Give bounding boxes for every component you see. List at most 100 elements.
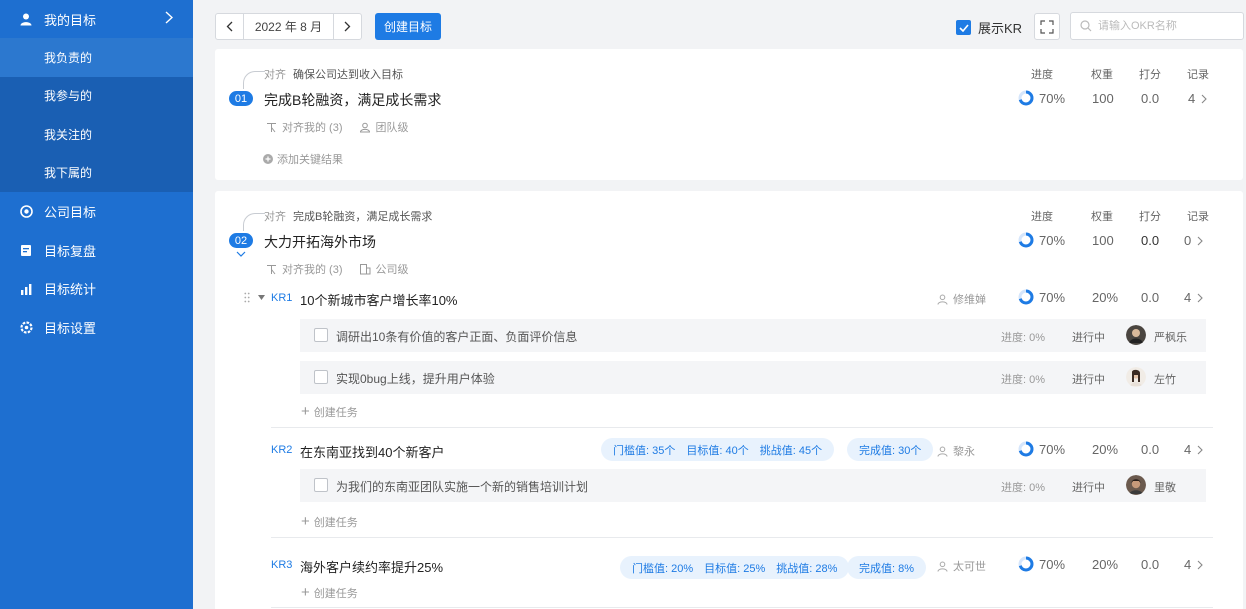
sidebar-item-review[interactable]: 目标复盘 — [0, 231, 193, 270]
kr-owner[interactable]: 黎永 — [937, 443, 975, 459]
col-score-header: 打分 — [1139, 211, 1161, 223]
kr-owner-name: 修维婵 — [953, 294, 986, 306]
sidebar-item-label: 我参与的 — [44, 89, 93, 104]
create-task-button[interactable]: + 创建任务 — [301, 404, 358, 420]
current-month[interactable]: 2022 年 8 月 — [243, 14, 334, 39]
kr-title[interactable]: 在东南亚找到40个新客户 — [300, 442, 444, 461]
create-task-button[interactable]: + 创建任务 — [301, 514, 358, 530]
align-icon — [267, 264, 276, 274]
aligned-to-me-label: 对齐我的 (3) — [282, 264, 343, 276]
challenge-value: 挑战值: 28% — [776, 562, 838, 575]
add-key-result-label: 添加关键结果 — [277, 154, 343, 166]
search-input[interactable] — [1098, 20, 1238, 32]
sidebar-item-label: 目标设置 — [44, 320, 97, 336]
checkbox-checked-icon[interactable] — [956, 20, 971, 35]
sidebar-item-subordinates[interactable]: 我下属的 — [0, 154, 193, 193]
task-row[interactable]: 实现0bug上线，提升用户体验 进度: 0% 进行中 左竹 — [300, 361, 1206, 394]
objective-level: 公司级 — [359, 261, 409, 277]
task-row[interactable]: 调研出10条有价值的客户正面、负面评价信息 进度: 0% 进行中 严枫乐 — [300, 319, 1206, 352]
user-outline-icon — [937, 294, 948, 305]
fullscreen-icon — [1040, 19, 1054, 34]
sidebar-item-stats[interactable]: 目标统计 — [0, 269, 193, 308]
task-progress: 进度: 0% — [1001, 374, 1046, 386]
kr-owner[interactable]: 修维婵 — [937, 291, 986, 307]
sidebar-item-company-goals[interactable]: 公司目标 — [0, 192, 193, 231]
chevron-right-icon — [1197, 293, 1204, 302]
kr-progress: 70% — [1018, 441, 1065, 457]
aligned-to-me[interactable]: 对齐我的 (3) — [266, 261, 343, 277]
sidebar-item-participating[interactable]: 我参与的 — [0, 77, 193, 116]
plus-icon: + — [301, 584, 310, 601]
toolbar: 2022 年 8 月 创建目标 展示KR — [193, 0, 1246, 48]
prev-month-button[interactable] — [216, 14, 243, 39]
kr-owner[interactable]: 太可世 — [937, 558, 986, 574]
sidebar-item-label: 我负责的 — [44, 50, 93, 65]
progress-ring-icon — [1018, 90, 1034, 106]
search-box — [1070, 12, 1244, 40]
progress-ring-icon — [1018, 232, 1034, 248]
task-checkbox[interactable] — [314, 478, 328, 492]
kr-progress: 70% — [1018, 556, 1065, 572]
task-checkbox[interactable] — [314, 328, 328, 342]
col-progress-header: 进度 — [1031, 69, 1053, 81]
sidebar-item-settings[interactable]: 目标设置 — [0, 308, 193, 347]
kr-title[interactable]: 10个新城市客户增长率10% — [300, 290, 457, 309]
objective-records[interactable]: 0 — [1184, 233, 1204, 248]
objective-level: 团队级 — [359, 119, 409, 135]
drag-handle-icon[interactable] — [244, 292, 250, 303]
sidebar-item-label: 目标复盘 — [44, 243, 97, 259]
task-title: 调研出10条有价值的客户正面、负面评价信息 — [336, 330, 578, 344]
sidebar-item-label: 我关注的 — [44, 127, 93, 142]
aligned-to-me-label: 对齐我的 (3) — [282, 122, 343, 134]
fullscreen-button[interactable] — [1034, 13, 1060, 40]
aligned-to-me[interactable]: 对齐我的 (3) — [266, 119, 343, 135]
caret-down-icon[interactable] — [258, 295, 265, 300]
show-kr-toggle[interactable]: 展示KR — [956, 18, 1022, 37]
align-parent-link[interactable]: 确保公司达到收入目标 — [293, 69, 403, 81]
threshold-value: 门槛值: 35个 — [613, 444, 676, 457]
col-score-header: 打分 — [1139, 69, 1161, 81]
avatar — [1126, 325, 1146, 345]
create-task-button[interactable]: + 创建任务 — [301, 585, 358, 601]
progress-value: 70% — [1039, 289, 1066, 305]
settings-icon — [19, 320, 33, 334]
kr-records[interactable]: 4 — [1184, 557, 1204, 572]
create-goal-button[interactable]: 创建目标 — [375, 13, 441, 40]
objective-score: 0.0 — [1141, 91, 1160, 106]
objective-records[interactable]: 4 — [1188, 91, 1208, 106]
next-month-button[interactable] — [334, 14, 361, 39]
kr-records[interactable]: 4 — [1184, 290, 1204, 305]
align-label: 对齐 — [264, 211, 286, 223]
sidebar-item-responsible[interactable]: 我负责的 — [0, 38, 193, 77]
objective-level-label: 团队级 — [375, 122, 409, 134]
task-checkbox[interactable] — [314, 370, 328, 384]
progress-ring-icon — [1018, 441, 1034, 457]
sidebar-item-my-goals[interactable]: 我的目标 — [0, 0, 193, 38]
kr-records[interactable]: 4 — [1184, 442, 1204, 457]
chevron-down-icon[interactable] — [236, 251, 246, 258]
objective-title[interactable]: 完成B轮融资，满足成长需求 — [264, 90, 441, 110]
records-count: 4 — [1188, 91, 1196, 106]
done-value: 完成值: 8% — [859, 562, 915, 575]
align-parent-link[interactable]: 完成B轮融资，满足成长需求 — [293, 211, 432, 223]
kr-title[interactable]: 海外客户续约率提升25% — [300, 557, 443, 576]
progress-value: 70% — [1039, 441, 1066, 457]
col-records-header: 记录 — [1187, 211, 1209, 223]
add-key-result-button[interactable]: 添加关键结果 — [263, 151, 343, 167]
task-assignee: 严枫乐 — [1154, 332, 1187, 344]
objective-title[interactable]: 大力开拓海外市场 — [264, 232, 376, 252]
kr-divider — [271, 427, 1213, 428]
task-assignee: 左竹 — [1154, 374, 1176, 386]
chevron-right-icon — [344, 21, 351, 32]
chevron-right-icon[interactable] — [165, 11, 174, 27]
objective-progress: 70% — [1018, 90, 1065, 106]
col-weight-header: 权重 — [1091, 69, 1113, 81]
chevron-right-icon — [1197, 560, 1204, 569]
task-row[interactable]: 为我们的东南亚团队实施一个新的销售培训计划 进度: 0% 进行中 里敬 — [300, 469, 1206, 502]
sidebar: 我的目标 我负责的 我参与的 我关注的 我下属的 公司目标 目标复盘 目标统计 … — [0, 0, 193, 609]
avatar — [1126, 367, 1146, 387]
task-title: 为我们的东南亚团队实施一个新的销售培训计划 — [336, 480, 589, 494]
kr-progress: 70% — [1018, 289, 1065, 305]
chevron-right-icon — [1197, 445, 1204, 454]
sidebar-item-following[interactable]: 我关注的 — [0, 115, 193, 154]
